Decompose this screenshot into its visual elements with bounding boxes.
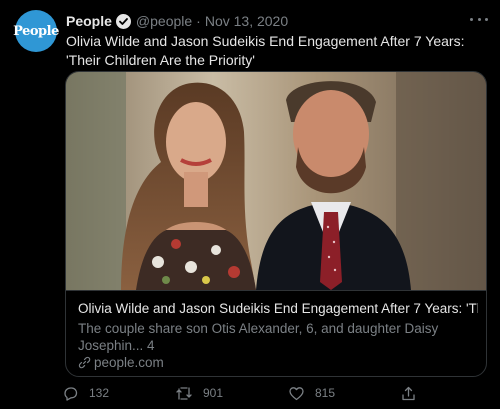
tweet: People People @people · Nov 13, 2020 Oli… [0, 0, 500, 409]
card-title[interactable]: Olivia Wilde and Jason Sudeikis End Enga… [78, 301, 478, 316]
share-icon [402, 386, 415, 400]
tweet-date[interactable]: Nov 13, 2020 [205, 13, 288, 29]
card-domain[interactable]: people.com [78, 355, 164, 370]
card-body[interactable]: Olivia Wilde and Jason Sudeikis End Enga… [66, 290, 486, 370]
tweet-header: People @people · Nov 13, 2020 [66, 12, 288, 30]
card-domain-text: people.com [94, 355, 164, 370]
like-icon [289, 386, 304, 400]
card-description: The couple share son Otis Alexander, 6, … [78, 321, 439, 353]
tweet-text: Olivia Wilde and Jason Sudeikis End Enga… [66, 33, 465, 68]
header-separator: · [196, 13, 201, 29]
like-count: 815 [315, 386, 336, 400]
more-options-icon[interactable] [470, 14, 488, 24]
share-button[interactable] [400, 383, 427, 403]
retweet-count: 901 [203, 386, 224, 400]
link-icon [78, 356, 91, 369]
retweet-button[interactable]: 901 [175, 383, 223, 403]
reply-icon [64, 386, 78, 401]
reply-count: 132 [89, 386, 110, 400]
retweet-icon [176, 386, 192, 400]
like-button[interactable]: 815 [288, 383, 335, 403]
avatar[interactable]: People [13, 10, 59, 52]
account-handle[interactable]: @people [136, 13, 192, 29]
verified-badge-icon [115, 13, 131, 29]
card-image[interactable] [66, 72, 486, 290]
avatar-logo-text: People [13, 23, 59, 39]
action-bar: 132 901 815 [62, 383, 492, 403]
account-name[interactable]: People [66, 13, 112, 29]
reply-button[interactable]: 132 [62, 383, 109, 403]
link-card[interactable]: Olivia Wilde and Jason Sudeikis End Enga… [65, 71, 487, 377]
